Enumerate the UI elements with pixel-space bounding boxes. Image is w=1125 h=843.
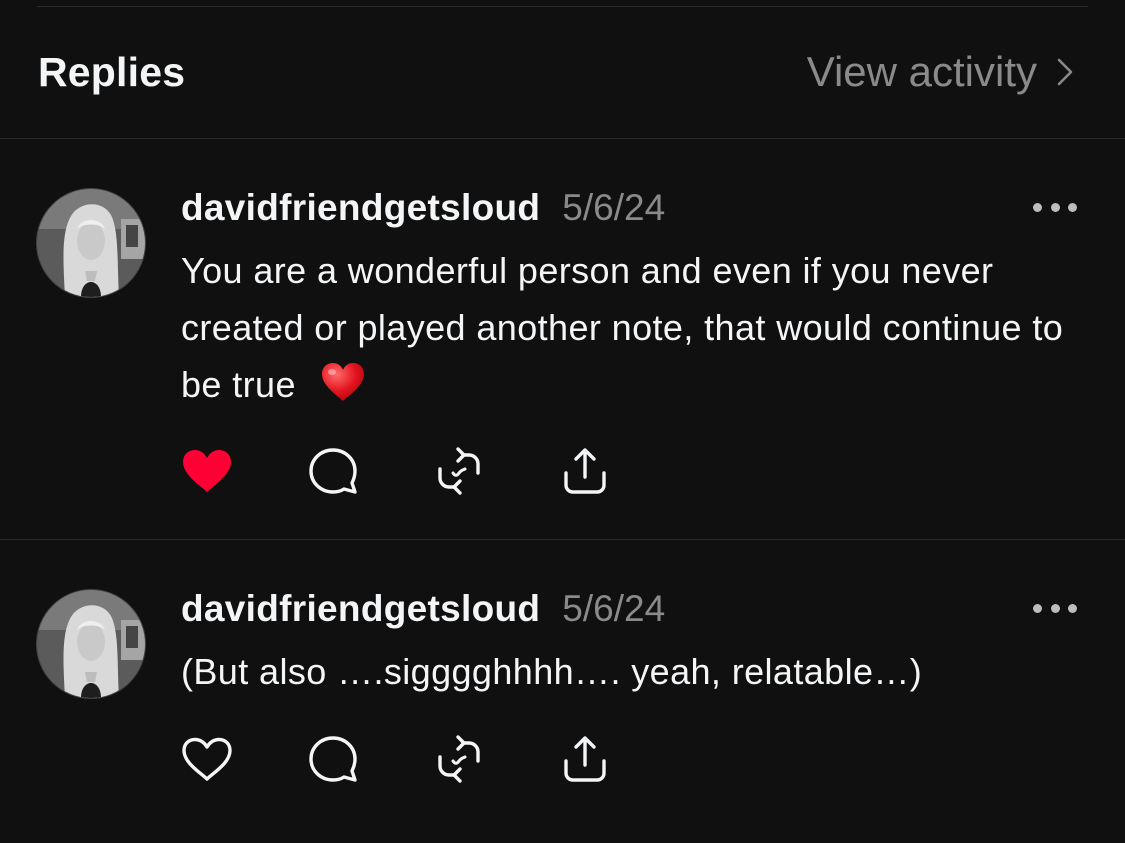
reply-meta: davidfriendgetsloud 5/6/24 (181, 588, 665, 630)
comment-icon (309, 736, 357, 782)
reply-button[interactable] (307, 445, 359, 497)
share-button[interactable] (559, 733, 611, 785)
more-icon[interactable] (1033, 598, 1077, 618)
view-activity-link[interactable]: View activity (807, 48, 1073, 96)
avatar[interactable] (36, 188, 146, 298)
reply-actions (181, 733, 685, 785)
replies-title: Replies (38, 49, 186, 95)
reply-text: You are a wonderful person and even if y… (181, 250, 1064, 405)
comment-icon (309, 448, 357, 494)
like-button[interactable] (181, 445, 233, 497)
share-icon (564, 448, 606, 494)
like-button[interactable] (181, 733, 233, 785)
username[interactable]: davidfriendgetsloud (181, 187, 540, 229)
avatar[interactable] (36, 589, 146, 699)
share-button[interactable] (559, 445, 611, 497)
reply-item: davidfriendgetsloud 5/6/24 (But also ….s… (0, 540, 1125, 843)
repost-button[interactable] (433, 445, 485, 497)
share-icon (564, 736, 606, 782)
repost-icon (438, 447, 480, 495)
reply-item: davidfriendgetsloud 5/6/24 You are a won… (0, 139, 1125, 540)
reply-text: (But also ….sigggghhhh…. yeah, relatable… (181, 651, 923, 692)
reply-date: 5/6/24 (562, 187, 666, 228)
username[interactable]: davidfriendgetsloud (181, 588, 540, 630)
heart-icon (183, 450, 231, 492)
repost-icon (438, 735, 480, 783)
reply-button[interactable] (307, 733, 359, 785)
reply-text-container: You are a wonderful person and even if y… (181, 242, 1085, 419)
repost-button[interactable] (433, 733, 485, 785)
view-activity-label: View activity (806, 48, 1037, 95)
replies-header: Replies View activity (0, 7, 1125, 139)
red-heart-emoji-icon (320, 361, 366, 419)
heart-icon (182, 737, 232, 781)
reply-meta: davidfriendgetsloud 5/6/24 (181, 187, 665, 229)
more-icon[interactable] (1033, 197, 1077, 217)
reply-actions (181, 445, 685, 497)
chevron-right-icon (1057, 57, 1073, 87)
reply-date: 5/6/24 (562, 588, 666, 629)
